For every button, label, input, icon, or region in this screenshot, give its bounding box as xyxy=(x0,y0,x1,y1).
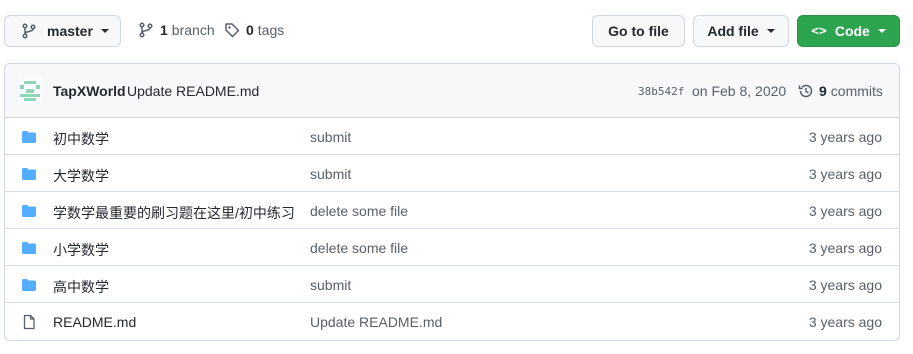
branches-link[interactable]: 1 branch xyxy=(138,22,215,38)
commit-age: 3 years ago xyxy=(808,166,882,182)
file-name-link[interactable]: 高中数学 xyxy=(53,277,299,297)
commits-link[interactable]: 9 commits xyxy=(798,83,883,99)
file-list: 初中数学 submit 3 years ago 大学数学 submit 3 years a… xyxy=(5,118,899,340)
commit-age: 3 years ago xyxy=(808,277,882,293)
file-row[interactable]: 高中数学 submit 3 years ago xyxy=(5,266,899,303)
folder-icon xyxy=(22,168,36,180)
tags-link[interactable]: 0 tags xyxy=(224,22,284,38)
commit-message-link[interactable]: Update README.md xyxy=(310,314,442,330)
commit-message-link[interactable]: submit xyxy=(310,277,351,293)
folder-icon xyxy=(22,205,36,217)
git-branch-icon xyxy=(22,23,36,39)
tag-label: tags xyxy=(257,22,285,38)
code-label: Code xyxy=(834,23,870,39)
folder-icon xyxy=(22,131,36,143)
file-icon xyxy=(23,314,35,330)
git-branch-icon xyxy=(139,22,153,38)
avatar[interactable] xyxy=(18,79,42,103)
commit-label: commits xyxy=(830,83,883,99)
chevron-down-icon xyxy=(766,29,775,33)
latest-commit-bar: TapXWorld Update README.md 38b542f on Fe… xyxy=(5,64,899,118)
tag-icon xyxy=(225,23,240,38)
file-browser: TapXWorld Update README.md 38b542f on Fe… xyxy=(4,63,900,341)
go-to-file-button[interactable]: Go to file xyxy=(592,15,685,47)
commit-message[interactable]: Update README.md xyxy=(127,83,259,99)
file-row[interactable]: 初中数学 submit 3 years ago xyxy=(5,118,899,155)
commit-date: on Feb 8, 2020 xyxy=(692,83,787,99)
code-button[interactable]: <> Code xyxy=(797,15,900,47)
branch-label: branch xyxy=(171,22,215,38)
add-file-button[interactable]: Add file xyxy=(693,15,789,47)
chevron-down-icon xyxy=(877,29,886,33)
branch-name: master xyxy=(47,23,93,39)
commit-message-link[interactable]: submit xyxy=(310,166,351,182)
commit-age: 3 years ago xyxy=(808,129,882,145)
folder-icon xyxy=(22,242,36,254)
commit-sha[interactable]: 38b542f xyxy=(638,85,684,98)
history-icon xyxy=(798,84,813,98)
commit-count: 9 xyxy=(819,83,827,99)
go-to-file-label: Go to file xyxy=(608,23,669,39)
commit-age: 3 years ago xyxy=(808,314,882,330)
commit-message-link[interactable]: submit xyxy=(310,129,351,145)
file-name-link[interactable]: 小学数学 xyxy=(53,240,299,260)
commit-age: 3 years ago xyxy=(808,203,882,219)
commit-age: 3 years ago xyxy=(808,240,882,256)
repo-toolbar: master 1 branch 0 tags Go to file Add fi… xyxy=(0,0,913,62)
branch-select-button[interactable]: master xyxy=(4,15,121,47)
tag-count: 0 xyxy=(246,22,254,38)
code-icon: <> xyxy=(811,23,827,39)
commit-message-link[interactable]: delete some file xyxy=(310,203,408,219)
file-row[interactable]: 小学数学 delete some file 3 years ago xyxy=(5,229,899,266)
chevron-down-icon xyxy=(100,29,109,33)
commit-message-link[interactable]: delete some file xyxy=(310,240,408,256)
file-name-link[interactable]: 学数学最重要的刷习题在这里/初中练习 xyxy=(53,203,299,223)
folder-icon xyxy=(22,279,36,291)
file-row[interactable]: 学数学最重要的刷习题在这里/初中练习 delete some file 3 year… xyxy=(5,192,899,229)
branch-count: 1 xyxy=(160,22,168,38)
commit-author[interactable]: TapXWorld xyxy=(53,83,126,99)
add-file-label: Add file xyxy=(707,23,759,39)
file-name-link[interactable]: README.md xyxy=(53,314,299,330)
file-name-link[interactable]: 大学数学 xyxy=(53,166,299,186)
file-name-link[interactable]: 初中数学 xyxy=(53,129,299,149)
file-row[interactable]: README.md Update README.md 3 years ago xyxy=(5,303,899,340)
file-row[interactable]: 大学数学 submit 3 years ago xyxy=(5,155,899,192)
